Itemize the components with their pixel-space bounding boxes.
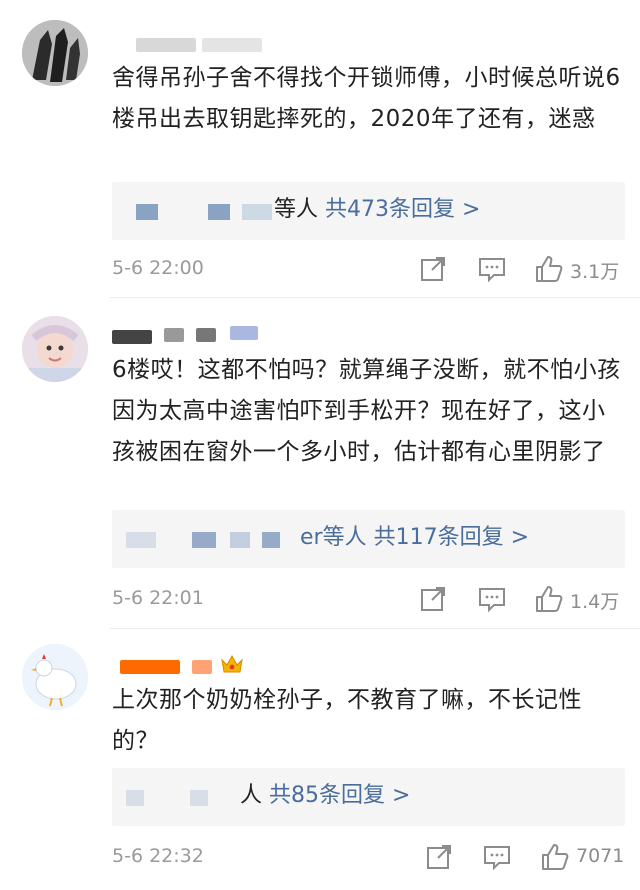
meta-row: 5-6 22:00 3.1万: [112, 254, 625, 284]
share-icon[interactable]: [424, 842, 454, 872]
share-icon[interactable]: [418, 584, 448, 614]
avatar-image: [22, 644, 88, 710]
reply-summary[interactable]: 人 共85条回复 >: [112, 768, 625, 826]
username[interactable]: [112, 654, 272, 674]
comment-text: 上次那个奶奶栓孙子，不教育了嘛，不长记性的？: [112, 687, 582, 754]
timestamp: 5-6 22:32: [112, 845, 204, 867]
reply-names: 人: [240, 783, 263, 808]
meta-row: 5-6 22:32 7071: [112, 842, 625, 872]
crown-icon: [220, 654, 244, 674]
like-count: 1.4万: [570, 591, 620, 613]
reply-names: 等人: [274, 197, 319, 222]
like-count: 3.1万: [570, 261, 620, 283]
meta-row: 5-6 22:01 1.4万: [112, 584, 625, 614]
like-icon[interactable]: [540, 842, 570, 872]
reply-count-link[interactable]: 共117条回复 >: [374, 525, 529, 550]
avatar[interactable]: [22, 316, 88, 382]
comment-icon[interactable]: [482, 842, 512, 872]
timestamp: 5-6 22:00: [112, 257, 204, 279]
reply-count-link[interactable]: 共473条回复 >: [325, 197, 480, 222]
reply-names: er等人: [300, 525, 367, 550]
share-icon[interactable]: [418, 254, 448, 284]
like-icon[interactable]: [534, 254, 564, 284]
like-count: 7071: [576, 845, 625, 867]
comment-text: 6楼哎！这都不怕吗？就算绳子没断，就不怕小孩因为太高中途害怕吓到手松开？现在好了…: [112, 357, 621, 465]
reply-summary[interactable]: er等人 共117条回复 >: [112, 510, 625, 568]
reply-count-link[interactable]: 共85条回复 >: [269, 783, 410, 808]
timestamp: 5-6 22:01: [112, 587, 204, 609]
avatar-image: [22, 316, 88, 382]
username[interactable]: [112, 324, 272, 344]
like-icon[interactable]: [534, 584, 564, 614]
comment-text: 舍得吊孙子舍不得找个开锁师傅，小时候总听说6楼吊出去取钥匙摔死的，2020年了还…: [112, 65, 621, 132]
reply-summary[interactable]: 等人 共473条回复 >: [112, 182, 625, 240]
comment-icon[interactable]: [477, 254, 507, 284]
divider: [110, 628, 640, 629]
avatar[interactable]: [22, 644, 88, 710]
username[interactable]: [112, 36, 272, 54]
divider: [110, 297, 640, 298]
avatar-image: [22, 20, 88, 86]
avatar[interactable]: [22, 20, 88, 86]
comment-icon[interactable]: [477, 584, 507, 614]
